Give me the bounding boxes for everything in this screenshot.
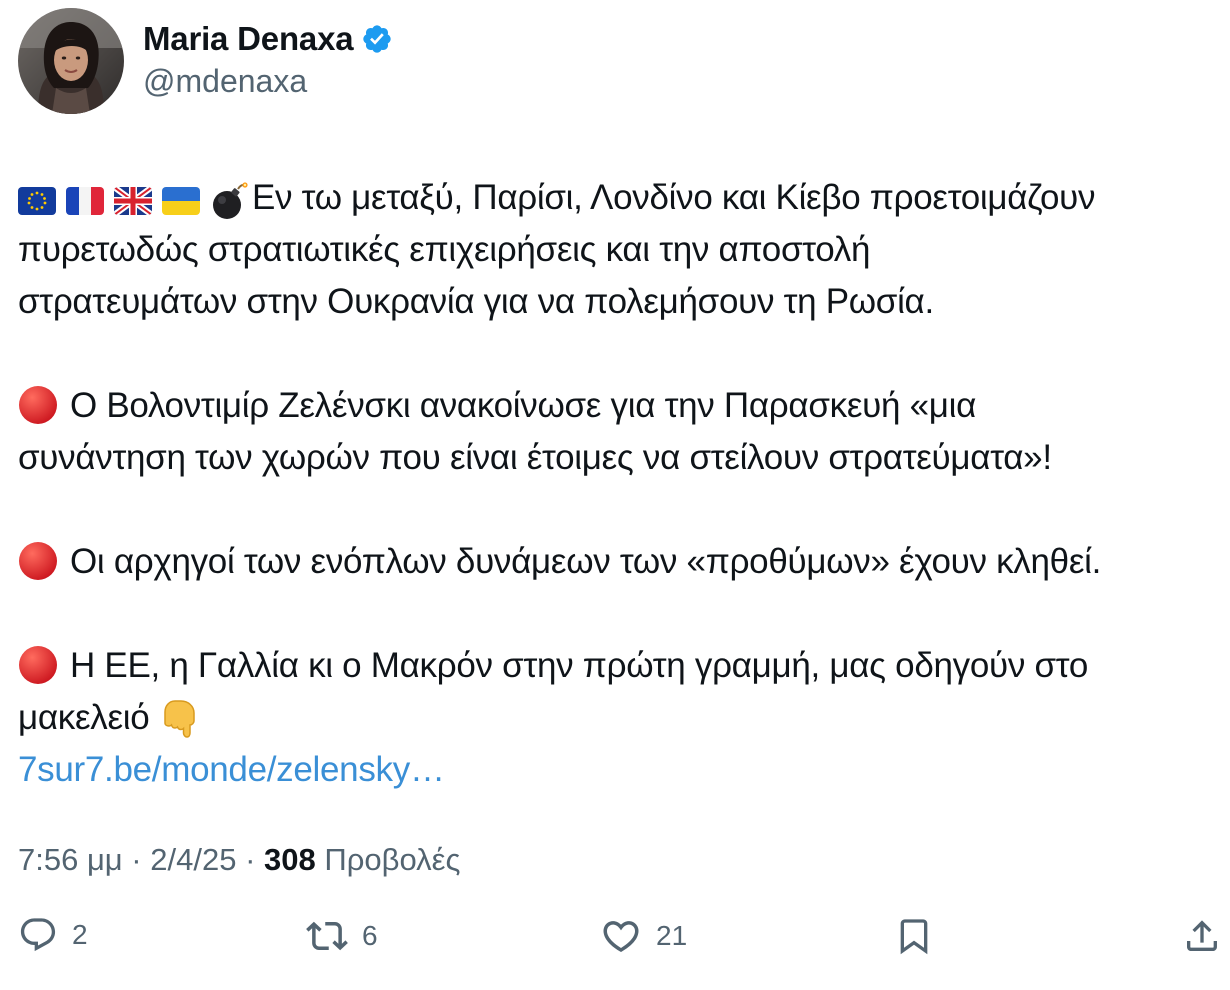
repost-button[interactable]: 6 [306,915,378,957]
verified-badge-icon [361,23,393,55]
author-name-row: Maria Denaxa [143,20,393,58]
tweet-time[interactable]: 7:56 μμ [18,842,123,877]
bookmark-icon [894,915,934,957]
paragraph-4: Η ΕΕ, η Γαλλία κι ο Μακρόν στην πρώτη γρ… [18,640,1218,796]
avatar[interactable] [18,8,124,114]
red-circle-icon [18,385,58,425]
red-circle-icon [18,645,58,685]
tweet-link[interactable]: 7sur7.be/monde/zelensky… [18,750,445,789]
paragraph-3: Οι αρχηγοί των ενόπλων δυνάμεων των «προ… [18,536,1218,588]
france-flag-icon [66,187,104,215]
red-circle-icon [18,541,58,581]
repost-count: 6 [362,920,378,951]
paragraph-1-line-2: πυρετωδώς στρατιωτικές επιχειρήσεις και … [18,230,871,269]
paragraph-2: Ο Βολοντιμίρ Ζελένσκι ανακοίνωσε για την… [18,380,1218,484]
like-icon [600,915,642,957]
tweet-text: Εν τω μεταξύ, Παρίσι, Λονδίνο και Κίεβο … [18,172,1218,796]
author-handle[interactable]: @mdenaxa [143,63,307,100]
bomb-icon [210,181,248,221]
share-button[interactable] [1182,915,1222,957]
reply-button[interactable]: 2 [18,915,88,955]
paragraph-4-line-2: μακελειό [18,698,150,737]
uk-flag-icon [114,187,152,215]
pointing-down-icon [159,697,199,739]
views-count: 308 [264,842,316,877]
repost-icon [306,915,348,957]
action-bar: 2 6 21 [0,915,1230,967]
paragraph-2-line-2: συνάντηση των χωρών που είναι έτοιμες να… [18,438,1052,477]
reply-icon [18,915,58,955]
tweet-date[interactable]: 2/4/25 [150,842,236,877]
tweet: Maria Denaxa @mdenaxa Εν τω μεταξύ, Παρί… [0,0,1230,990]
meta-separator: · [131,842,142,877]
bookmark-button[interactable] [894,915,934,957]
paragraph-1-line-3: στρατευμάτων στην Ουκρανία για να πολεμή… [18,282,934,321]
eu-flag-icon [18,187,56,215]
paragraph-3-line-1: Οι αρχηγοί των ενόπλων δυνάμεων των «προ… [70,542,1102,581]
share-icon [1182,915,1222,957]
like-count: 21 [656,920,688,951]
reply-count: 2 [72,919,88,950]
paragraph-4-line-1: Η ΕΕ, η Γαλλία κι ο Μακρόν στην πρώτη γρ… [70,646,1088,685]
tweet-meta: 7:56 μμ · 2/4/25 · 308 Προβολές [18,842,460,878]
views-label: Προβολές [324,842,461,877]
paragraph-2-line-1: Ο Βολοντιμίρ Ζελένσκι ανακοίνωσε για την… [70,386,977,425]
like-button[interactable]: 21 [600,915,687,957]
paragraph-1-line-1: Εν τω μεταξύ, Παρίσι, Λονδίνο και Κίεβο … [252,178,1096,217]
ukraine-flag-icon [162,187,200,215]
emoji-row [18,181,248,221]
paragraph-1: Εν τω μεταξύ, Παρίσι, Λονδίνο και Κίεβο … [18,172,1218,328]
author-name[interactable]: Maria Denaxa [143,20,354,58]
meta-separator: · [245,842,256,877]
